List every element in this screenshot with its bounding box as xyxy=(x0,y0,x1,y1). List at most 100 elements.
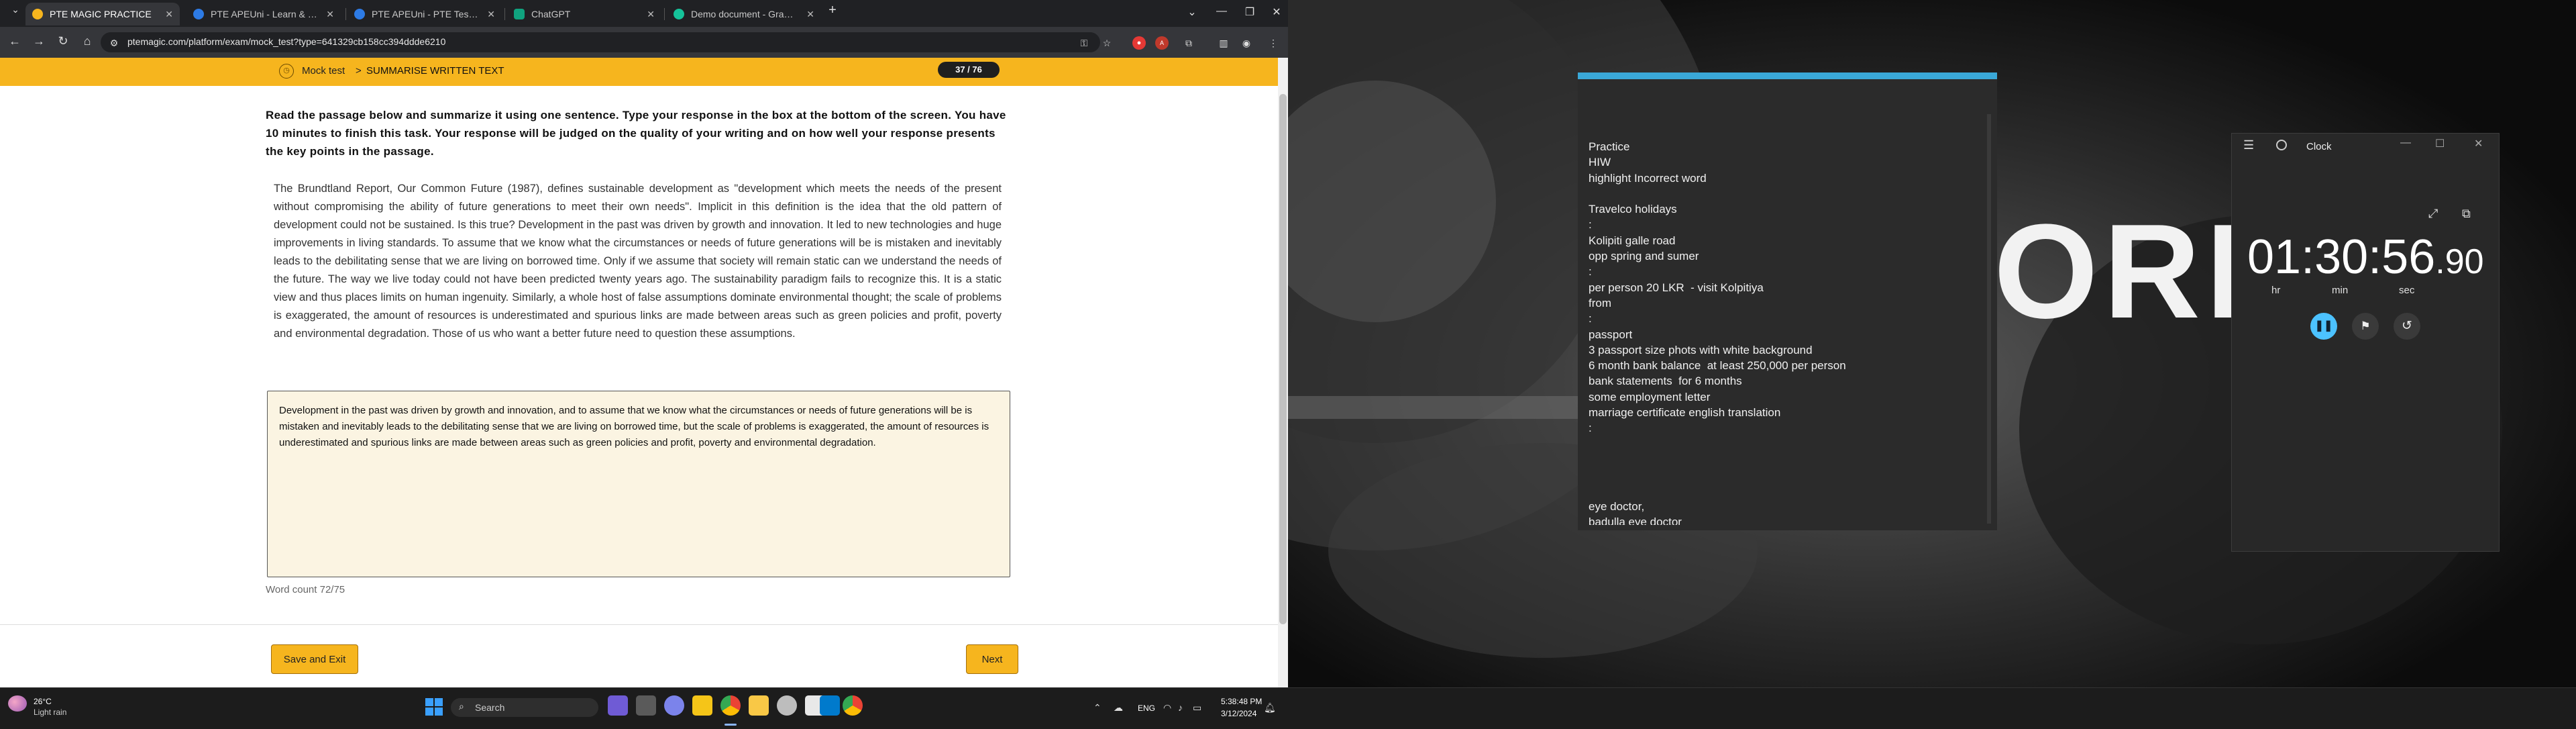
close-window-button[interactable]: ✕ xyxy=(2474,137,2483,150)
chrome-profile-icon[interactable] xyxy=(843,695,863,716)
chevron-down-icon[interactable]: ⌄ xyxy=(1182,5,1202,19)
weather-icon[interactable] xyxy=(8,695,27,712)
pause-button[interactable]: ❚❚ xyxy=(2310,313,2337,340)
tab-apeuni-learn[interactable]: PTE APEUni - Learn & Practice ✕ xyxy=(186,3,341,26)
teams-chat-icon[interactable] xyxy=(664,695,684,716)
save-and-exit-button[interactable]: Save and Exit xyxy=(271,644,358,674)
hours-label: hr xyxy=(2271,285,2281,296)
tab-title: Demo document - Grammarly xyxy=(691,9,800,19)
keep-on-top-icon[interactable]: ⧉ xyxy=(2462,207,2471,221)
close-tab-icon[interactable]: ✕ xyxy=(165,9,173,20)
minutes-label: min xyxy=(2332,285,2349,296)
answer-text: Development in the past was driven by gr… xyxy=(279,405,989,448)
reload-icon[interactable]: ↻ xyxy=(55,34,71,48)
tab-chatgpt[interactable]: ChatGPT ✕ xyxy=(507,3,661,26)
progress-badge: 37 / 76 xyxy=(938,62,1000,78)
taskbar-time[interactable]: 5:38:48 PM xyxy=(1221,697,1262,706)
forward-arrow-icon[interactable]: → xyxy=(31,34,47,48)
breadcrumb-separator: > xyxy=(356,65,362,77)
close-tab-icon[interactable]: ✕ xyxy=(487,9,495,20)
weather-temp[interactable]: 26°C xyxy=(34,697,52,706)
notepad-text[interactable]: Practice HIW highlight Incorrect word Tr… xyxy=(1589,139,1984,525)
reset-button[interactable]: ↺ xyxy=(2394,313,2420,340)
weather-desc: Light rain xyxy=(34,708,67,717)
breadcrumb-root[interactable]: Mock test xyxy=(302,65,345,77)
site-info-icon[interactable]: ⚙ xyxy=(107,36,121,50)
expand-icon[interactable]: ⤢ xyxy=(2428,207,2438,221)
reading-passage: The Brundtland Report, Our Common Future… xyxy=(274,183,1002,340)
extensions-puzzle-icon[interactable]: ⧉ xyxy=(1182,36,1195,50)
tab-search-icon[interactable]: ⌄ xyxy=(5,4,25,15)
maximize-button[interactable]: ❐ xyxy=(1240,5,1260,19)
start-windows-icon[interactable] xyxy=(425,698,443,716)
wallpaper-text: ORI xyxy=(1994,197,2249,346)
tab-favicon-icon xyxy=(674,9,684,19)
profile-icon[interactable]: ◉ xyxy=(1240,36,1253,50)
chrome-taskbar-icon[interactable] xyxy=(720,695,741,716)
menu-kebab-icon[interactable]: ⋮ xyxy=(1267,36,1280,50)
tab-grammarly[interactable]: Demo document - Grammarly ✕ xyxy=(667,3,821,26)
tab-favicon-icon xyxy=(32,9,43,19)
tab-divider xyxy=(664,8,665,20)
tab-divider xyxy=(345,8,346,20)
footer-divider xyxy=(0,624,1278,625)
seconds-label: sec xyxy=(2399,285,2415,296)
tab-divider xyxy=(504,8,505,20)
speaker-icon[interactable]: ♪ xyxy=(1178,702,1183,713)
notification-bell-icon[interactable]: 🔔︎ xyxy=(1264,702,1276,714)
sticky-notes-icon[interactable] xyxy=(692,695,712,716)
tab-strip: PTE MAGIC PRACTICE ✕ PTE APEUni - Learn … xyxy=(0,0,1288,27)
bookmark-star-icon[interactable]: ☆ xyxy=(1100,36,1114,50)
tab-favicon-icon xyxy=(354,9,365,19)
adblock-icon[interactable]: A xyxy=(1155,36,1169,50)
taskbar-search-box[interactable] xyxy=(451,698,598,717)
onedrive-cloud-icon[interactable]: ☁ xyxy=(1114,702,1123,714)
exam-header-bar xyxy=(0,58,1278,86)
hamburger-menu-icon[interactable]: ☰ xyxy=(2243,138,2254,152)
tab-favicon-icon xyxy=(193,9,204,19)
copilot-icon[interactable] xyxy=(608,695,628,716)
close-tab-icon[interactable]: ✕ xyxy=(326,9,334,20)
word-count: Word count 72/75 xyxy=(266,584,345,595)
minimize-button[interactable]: — xyxy=(2400,137,2411,149)
stopwatch-time: 01:30:56.90 xyxy=(2247,230,2484,285)
task-view-icon[interactable] xyxy=(636,695,656,716)
back-arrow-icon[interactable]: ← xyxy=(7,34,23,48)
task-instructions: Read the passage below and summarize it … xyxy=(266,109,1006,158)
notepad-scrollbar[interactable] xyxy=(1987,114,1991,524)
close-window-button[interactable]: ✕ xyxy=(1267,5,1287,19)
minimize-button[interactable]: — xyxy=(1212,5,1232,17)
extension-red-icon[interactable]: ● xyxy=(1132,36,1146,50)
side-panel-icon[interactable]: ▥ xyxy=(1217,36,1230,50)
clock-title: Clock xyxy=(2306,141,2332,152)
tab-favicon-icon xyxy=(514,9,525,19)
tab-title: PTE APEUni - PTE Test Practice xyxy=(372,9,480,19)
maximize-button[interactable]: ☐ xyxy=(2435,137,2445,150)
active-app-indicator xyxy=(724,724,737,726)
vscode-icon[interactable] xyxy=(820,695,840,716)
close-tab-icon[interactable]: ✕ xyxy=(806,9,814,20)
stopwatch-fraction: .90 xyxy=(2435,242,2484,281)
clock-app-icon xyxy=(2276,140,2287,150)
wifi-icon[interactable]: ◠ xyxy=(1163,702,1171,714)
battery-icon[interactable]: ▭ xyxy=(1193,702,1201,714)
page-title: SUMMARISE WRITTEN TEXT xyxy=(366,65,504,77)
timer-icon: ◷ xyxy=(279,64,294,79)
lap-flag-button[interactable]: ⚑ xyxy=(2352,313,2379,340)
tab-pte-magic[interactable]: PTE MAGIC PRACTICE ✕ xyxy=(25,3,180,26)
taskbar-date[interactable]: 3/12/2024 xyxy=(1221,709,1256,718)
language-indicator[interactable]: ENG xyxy=(1138,703,1155,713)
new-tab-button[interactable]: + xyxy=(822,3,843,18)
app-icon[interactable] xyxy=(777,695,797,716)
tab-title: PTE APEUni - Learn & Practice xyxy=(211,9,319,19)
tab-apeuni-test[interactable]: PTE APEUni - PTE Test Practice ✕ xyxy=(347,3,502,26)
password-key-icon[interactable]: ⚿ xyxy=(1077,36,1091,50)
chevron-up-icon[interactable]: ⌃ xyxy=(1093,702,1102,714)
home-icon[interactable]: ⌂ xyxy=(79,34,95,48)
clock-window xyxy=(2231,133,2500,552)
next-button[interactable]: Next xyxy=(966,644,1018,674)
close-tab-icon[interactable]: ✕ xyxy=(647,9,655,20)
url-text: ptemagic.com/platform/exam/mock_test?typ… xyxy=(127,36,446,47)
scrollbar-thumb[interactable] xyxy=(1279,94,1287,624)
file-explorer-icon[interactable] xyxy=(749,695,769,716)
